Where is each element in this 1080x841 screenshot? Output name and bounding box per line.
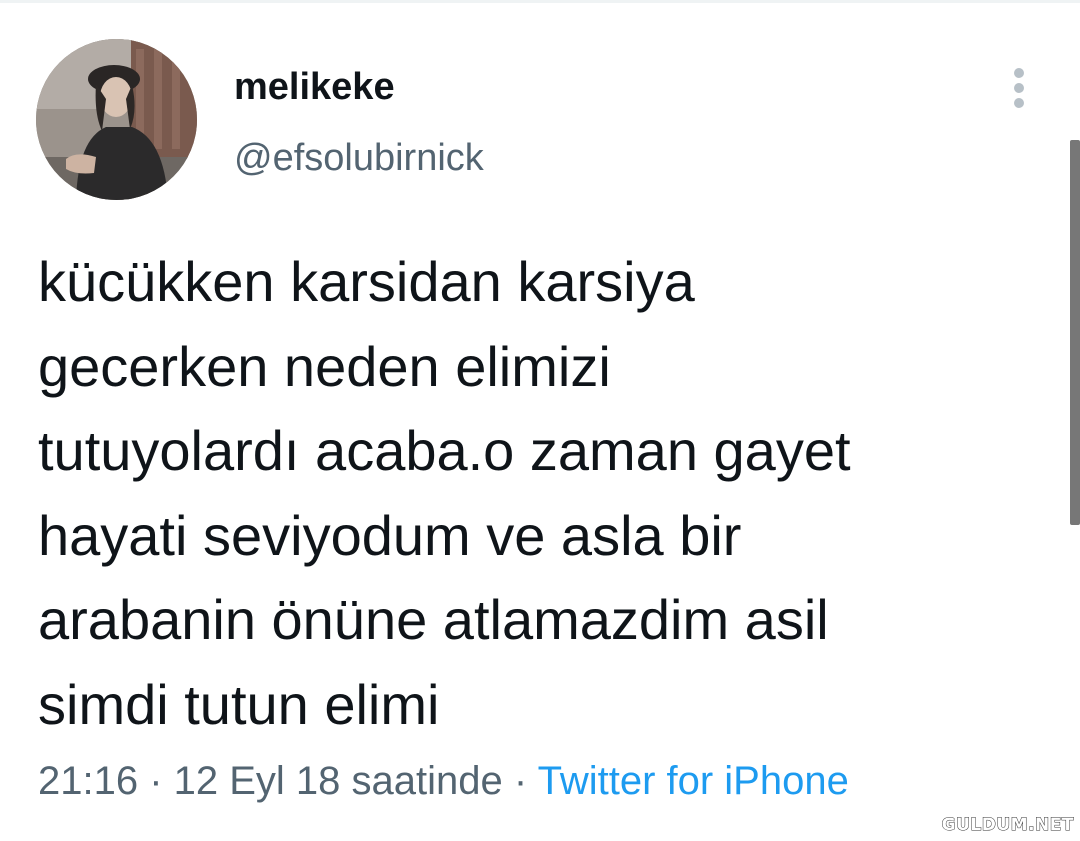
meta-separator: ·: [502, 759, 538, 803]
tweet-text-line: simdi tutun elimi: [38, 672, 440, 736]
tweet-text-line: arabanin önüne atlamazdim asil: [38, 588, 829, 651]
watermark: GULDUM.NET: [941, 815, 1074, 836]
tweet-text: kücükken karsidan karsiya gecerken neden …: [38, 240, 1048, 747]
tweet-meta: 21:16 · 12 Eyl 18 saatinde · Twitter for…: [38, 756, 849, 806]
tweet-text-line: gecerken neden elimizi: [38, 334, 611, 398]
tweet-timestamp[interactable]: 21:16 · 12 Eyl 18 saatinde: [38, 759, 503, 803]
more-dot: [1014, 83, 1024, 93]
tweet-text-line: hayati seviyodum ve asla bir: [38, 503, 742, 567]
tweet-text-line: kücükken karsidan karsiya: [38, 250, 695, 313]
scrollbar[interactable]: [1070, 140, 1080, 525]
tweet-source-link[interactable]: Twitter for iPhone: [538, 759, 849, 803]
avatar-photo: [36, 39, 197, 200]
more-vertical-icon[interactable]: [1004, 64, 1034, 112]
avatar[interactable]: [36, 39, 197, 200]
more-dot: [1014, 68, 1024, 78]
user-handle[interactable]: @efsolubirnick: [234, 135, 484, 181]
tweet-text-line: tutuyolardı acaba.o zaman gayet: [38, 419, 851, 482]
more-dot: [1014, 98, 1024, 108]
top-divider: [0, 0, 1080, 3]
display-name[interactable]: melikeke: [234, 64, 395, 110]
